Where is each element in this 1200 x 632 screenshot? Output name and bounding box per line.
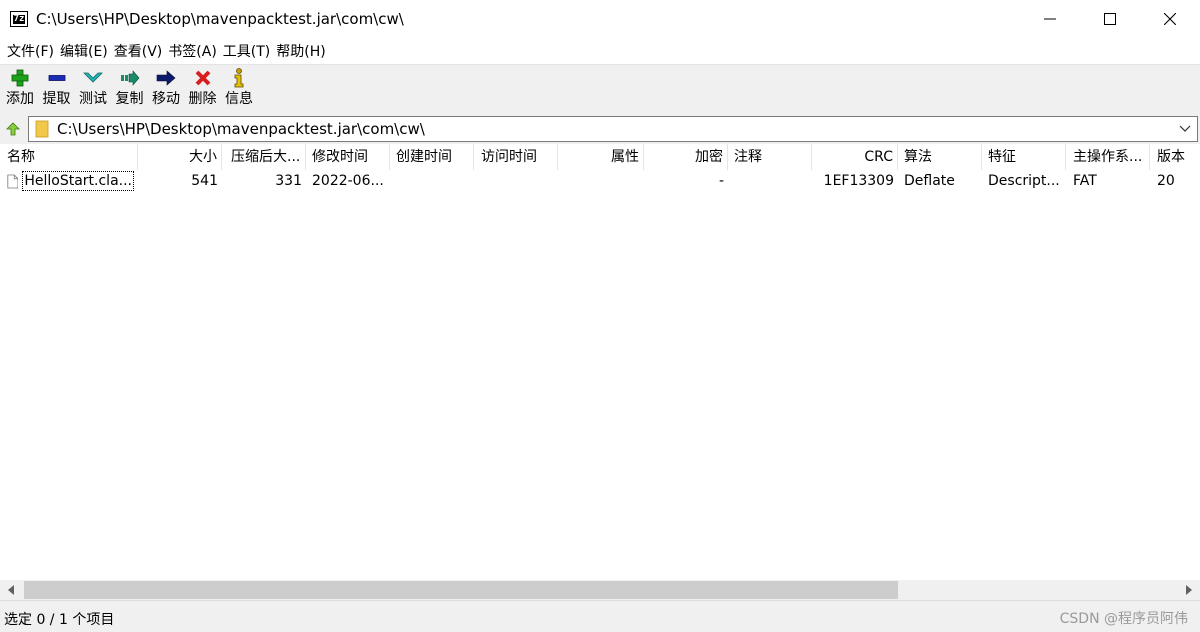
minimize-button[interactable] (1020, 0, 1080, 38)
address-dropdown-button[interactable] (1177, 121, 1193, 137)
address-bar: C:\Users\HP\Desktop\mavenpacktest.jar\co… (0, 114, 1200, 144)
close-icon (1164, 13, 1176, 25)
column-header-name[interactable]: 名称 (0, 144, 138, 170)
info-button[interactable]: 信息 (221, 65, 257, 114)
extract-label: 提取 (42, 91, 71, 107)
scrollbar-thumb[interactable] (24, 581, 898, 599)
toolbar: 添加 提取 测试 复制 移动 删除 信息 (0, 64, 1200, 114)
cell-comment (728, 170, 812, 192)
delete-label: 删除 (188, 91, 217, 107)
cell-host-os: FAT (1073, 173, 1097, 189)
watermark: CSDN @程序员阿伟 (1059, 611, 1188, 627)
column-header-packed-size[interactable]: 压缩后大... (222, 144, 306, 170)
column-header-size[interactable]: 大小 (138, 144, 222, 170)
folder-icon (35, 120, 51, 138)
maximize-button[interactable] (1080, 0, 1140, 38)
cell-characteristics: Descript... (988, 173, 1060, 189)
file-icon (7, 174, 19, 188)
status-bar: 选定 0 / 1 个项目 CSDN @程序员阿伟 (0, 600, 1200, 632)
chevron-right-icon (1186, 585, 1192, 595)
chevron-down-icon (1179, 125, 1191, 132)
table-row[interactable]: HelloStart.cla... 541 331 2022-06... - 1… (0, 170, 1200, 192)
column-header-row: 名称 大小 压缩后大... 修改时间 创建时间 访问时间 属性 加密 注释 CR… (0, 144, 1200, 170)
window-controls (1020, 0, 1200, 38)
copy-label: 复制 (115, 91, 144, 107)
column-header-version[interactable]: 版本 (1150, 144, 1200, 170)
test-label: 测试 (79, 91, 107, 107)
cell-accessed (474, 170, 558, 192)
cell-encrypted: - (718, 173, 724, 189)
cell-crc: 1EF13309 (823, 173, 894, 189)
menu-help[interactable]: 帮助(H) (273, 41, 328, 61)
horizontal-scrollbar[interactable] (0, 580, 1200, 600)
add-button[interactable]: 添加 (2, 65, 38, 114)
plus-icon (11, 65, 29, 91)
cell-modified: 2022-06... (312, 173, 384, 189)
cell-size: 541 (191, 173, 218, 189)
column-header-created[interactable]: 创建时间 (390, 144, 474, 170)
address-field[interactable]: C:\Users\HP\Desktop\mavenpacktest.jar\co… (28, 116, 1198, 142)
add-label: 添加 (6, 91, 34, 107)
menu-tools[interactable]: 工具(T) (220, 41, 273, 61)
cell-name[interactable]: HelloStart.cla... (0, 170, 138, 192)
delete-x-icon (194, 65, 212, 91)
chevron-left-icon (8, 585, 14, 595)
cell-attributes (558, 170, 644, 192)
column-header-encrypted[interactable]: 加密 (644, 144, 728, 170)
cell-version: 20 (1157, 173, 1175, 189)
column-header-characteristics[interactable]: 特征 (982, 144, 1066, 170)
info-icon (232, 65, 246, 91)
maximize-icon (1104, 13, 1116, 25)
menu-bookmarks[interactable]: 书签(A) (165, 41, 220, 61)
delete-button[interactable]: 删除 (185, 65, 221, 114)
minimize-icon (1044, 18, 1056, 20)
test-button[interactable]: 测试 (75, 65, 111, 114)
column-header-host-os[interactable]: 主操作系... (1066, 144, 1150, 170)
minus-icon (48, 65, 66, 91)
copy-arrow-icon (120, 65, 140, 91)
cell-created (390, 170, 474, 192)
up-arrow-icon (6, 122, 20, 136)
scroll-left-button[interactable] (0, 580, 22, 600)
menu-edit[interactable]: 编辑(E) (57, 41, 111, 61)
title-bar: 7z C:\Users\HP\Desktop\mavenpacktest.jar… (0, 0, 1200, 38)
app-icon-text: 7z (12, 13, 26, 24)
move-label: 移动 (152, 91, 180, 107)
cell-method: Deflate (904, 173, 955, 189)
file-list: 名称 大小 压缩后大... 修改时间 创建时间 访问时间 属性 加密 注释 CR… (0, 144, 1200, 580)
check-chevron-icon (83, 65, 103, 91)
column-header-method[interactable]: 算法 (898, 144, 982, 170)
menu-bar: 文件(F) 编辑(E) 查看(V) 书签(A) 工具(T) 帮助(H) (0, 38, 1200, 64)
column-header-attributes[interactable]: 属性 (558, 144, 644, 170)
column-header-comment[interactable]: 注释 (728, 144, 812, 170)
cell-packed-size: 331 (275, 173, 302, 189)
selection-status: 选定 0 / 1 个项目 (4, 612, 115, 628)
extract-button[interactable]: 提取 (39, 65, 75, 114)
column-header-accessed[interactable]: 访问时间 (474, 144, 558, 170)
menu-file[interactable]: 文件(F) (4, 41, 57, 61)
move-button[interactable]: 移动 (148, 65, 184, 114)
app-icon: 7z (10, 11, 28, 27)
column-header-modified[interactable]: 修改时间 (306, 144, 390, 170)
address-path: C:\Users\HP\Desktop\mavenpacktest.jar\co… (57, 120, 425, 138)
file-name: HelloStart.cla... (22, 171, 134, 191)
window-title: C:\Users\HP\Desktop\mavenpacktest.jar\co… (36, 10, 404, 28)
scroll-right-button[interactable] (1178, 580, 1200, 600)
column-header-crc[interactable]: CRC (812, 144, 898, 170)
move-arrow-icon (156, 65, 176, 91)
copy-button[interactable]: 复制 (112, 65, 148, 114)
close-button[interactable] (1140, 0, 1200, 38)
info-label: 信息 (225, 91, 253, 107)
menu-view[interactable]: 查看(V) (111, 41, 166, 61)
up-folder-button[interactable] (2, 118, 24, 140)
